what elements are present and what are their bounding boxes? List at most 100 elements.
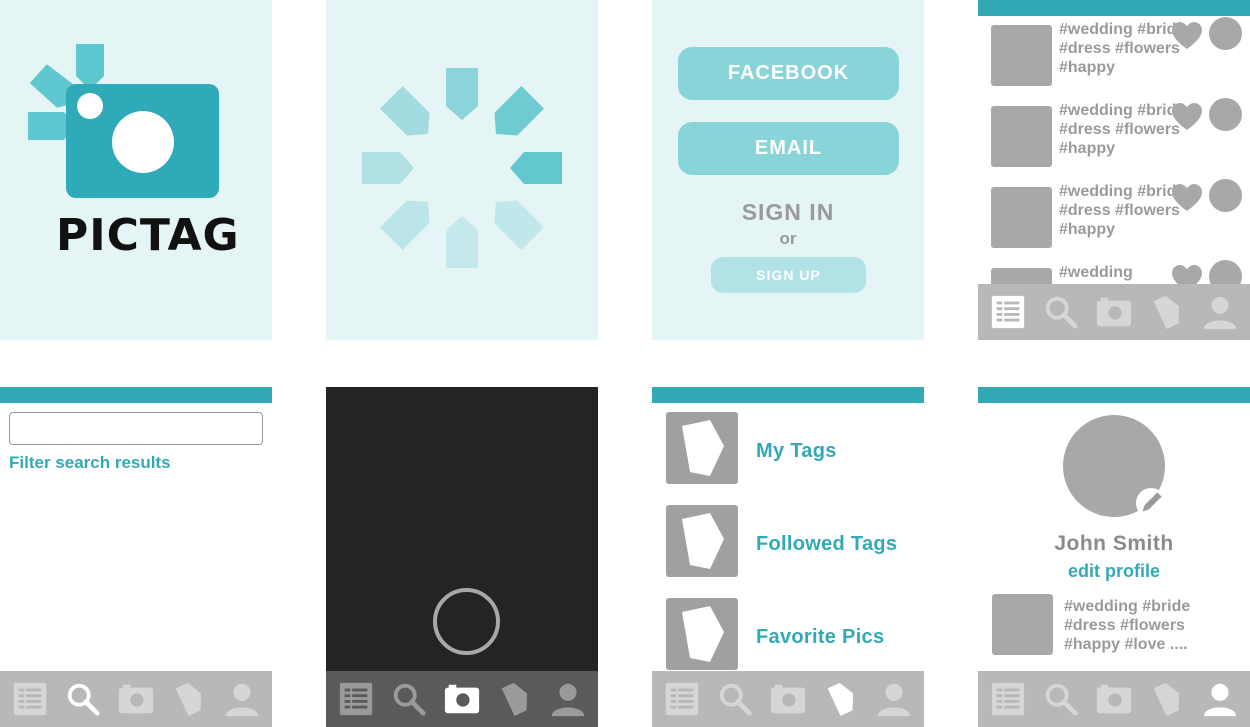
search-screen: Filter search results: [0, 387, 272, 727]
email-login-button[interactable]: EMAIL: [678, 122, 899, 175]
nav-feed-button[interactable]: [986, 677, 1030, 721]
top-bar: [978, 0, 1250, 16]
edit-avatar-button[interactable]: [1136, 488, 1166, 518]
shutter-button[interactable]: [433, 588, 500, 655]
filter-search-results-link[interactable]: Filter search results: [9, 453, 171, 473]
camera-icon: [117, 680, 155, 718]
nav-profile-button[interactable]: [1198, 290, 1242, 334]
nav-feed-button[interactable]: [986, 290, 1030, 334]
bottom-nav: [978, 671, 1250, 727]
tag-icon: [666, 412, 738, 484]
tag-row-label: Favorite Pics: [756, 626, 885, 648]
nav-search-button[interactable]: [1039, 290, 1083, 334]
nav-camera-button[interactable]: [114, 677, 158, 721]
user-icon: [1201, 680, 1239, 718]
search-icon: [1042, 680, 1080, 718]
tag-row-label: Followed Tags: [756, 533, 898, 555]
nav-tags-button[interactable]: [1145, 290, 1189, 334]
list-icon: [663, 680, 701, 718]
tag-icon: [822, 680, 860, 718]
bottom-nav: [326, 671, 598, 727]
profile-name: John Smith: [1054, 532, 1174, 555]
edit-profile-link[interactable]: edit profile: [978, 561, 1250, 582]
nav-search-button[interactable]: [1039, 677, 1083, 721]
avatar[interactable]: [1209, 179, 1242, 212]
user-icon: [549, 680, 587, 718]
nav-profile-button[interactable]: [220, 677, 264, 721]
favorite-pics-row[interactable]: Favorite Pics: [652, 598, 924, 670]
heart-icon[interactable]: [1172, 22, 1202, 50]
profile-screen: John Smith edit profile #wedding #bride …: [978, 387, 1250, 727]
nav-tags-button[interactable]: [819, 677, 863, 721]
nav-search-button[interactable]: [61, 677, 105, 721]
signup-button[interactable]: SIGN UP: [711, 257, 866, 293]
search-icon: [1042, 293, 1080, 331]
search-icon: [64, 680, 102, 718]
camera-icon: [443, 680, 481, 718]
followed-tags-row[interactable]: Followed Tags: [652, 505, 924, 577]
my-tags-row[interactable]: My Tags: [652, 412, 924, 484]
photo-thumbnail[interactable]: [991, 25, 1052, 86]
bottom-nav: [652, 671, 924, 727]
nav-feed-button[interactable]: [660, 677, 704, 721]
tags-screen: My Tags Followed Tags Favorite Pics: [652, 387, 924, 727]
feed-item[interactable]: #wedding #bride #dress #flowers #happy: [978, 17, 1250, 106]
tag-row-label: My Tags: [756, 440, 837, 462]
tag-icon: [496, 680, 534, 718]
heart-icon[interactable]: [1172, 103, 1202, 131]
loading-screen: [326, 0, 598, 340]
tag-icon: [666, 505, 738, 577]
feed-screen: #wedding #bride #dress #flowers #happy #…: [978, 0, 1250, 340]
top-bar: [978, 387, 1250, 403]
nav-tags-button[interactable]: [493, 677, 537, 721]
photo-thumbnail[interactable]: [991, 106, 1052, 167]
user-icon: [1201, 293, 1239, 331]
camera-icon: [769, 680, 807, 718]
login-screen: FACEBOOK EMAIL SIGN IN or SIGN UP: [652, 0, 924, 340]
signin-label[interactable]: SIGN IN: [652, 199, 924, 226]
search-icon: [390, 680, 428, 718]
nav-tags-button[interactable]: [1145, 677, 1189, 721]
feed-item[interactable]: #wedding #bride #dress #flowers #happy: [978, 179, 1250, 268]
profile-post-tags: #wedding #bride #dress #flowers #happy #…: [1064, 598, 1191, 653]
nav-search-button[interactable]: [713, 677, 757, 721]
loading-spinner-icon: [362, 68, 562, 268]
pictag-logo-icon: [28, 44, 219, 198]
nav-profile-button[interactable]: [872, 677, 916, 721]
top-bar: [0, 387, 272, 403]
nav-search-button[interactable]: [387, 677, 431, 721]
app-logo-text: PICTAG: [56, 210, 240, 261]
nav-camera-button[interactable]: [766, 677, 810, 721]
camera-screen: [326, 387, 598, 727]
nav-camera-button[interactable]: [440, 677, 484, 721]
camera-icon: [1095, 680, 1133, 718]
user-icon: [223, 680, 261, 718]
avatar[interactable]: [1209, 98, 1242, 131]
search-icon: [716, 680, 754, 718]
nav-feed-button[interactable]: [8, 677, 52, 721]
tag-thumbnail: [666, 598, 738, 670]
list-icon: [989, 293, 1027, 331]
nav-camera-button[interactable]: [1092, 677, 1136, 721]
nav-profile-button[interactable]: [1198, 677, 1242, 721]
facebook-login-button[interactable]: FACEBOOK: [678, 47, 899, 100]
nav-profile-button[interactable]: [546, 677, 590, 721]
search-input[interactable]: [9, 412, 263, 445]
tag-thumbnail: [666, 505, 738, 577]
nav-tags-button[interactable]: [167, 677, 211, 721]
avatar[interactable]: [1209, 17, 1242, 50]
pencil-icon: [1142, 492, 1162, 512]
photo-thumbnail[interactable]: [991, 187, 1052, 248]
nav-camera-button[interactable]: [1092, 290, 1136, 334]
list-icon: [989, 680, 1027, 718]
camera-icon: [1095, 293, 1133, 331]
heart-icon[interactable]: [1172, 184, 1202, 212]
bottom-nav: [978, 284, 1250, 340]
photo-thumbnail[interactable]: [992, 594, 1053, 655]
tag-icon: [1148, 680, 1186, 718]
top-bar: [652, 387, 924, 403]
list-icon: [11, 680, 49, 718]
tag-icon: [666, 598, 738, 670]
feed-item[interactable]: #wedding #bride #dress #flowers #happy: [978, 98, 1250, 187]
nav-feed-button[interactable]: [334, 677, 378, 721]
